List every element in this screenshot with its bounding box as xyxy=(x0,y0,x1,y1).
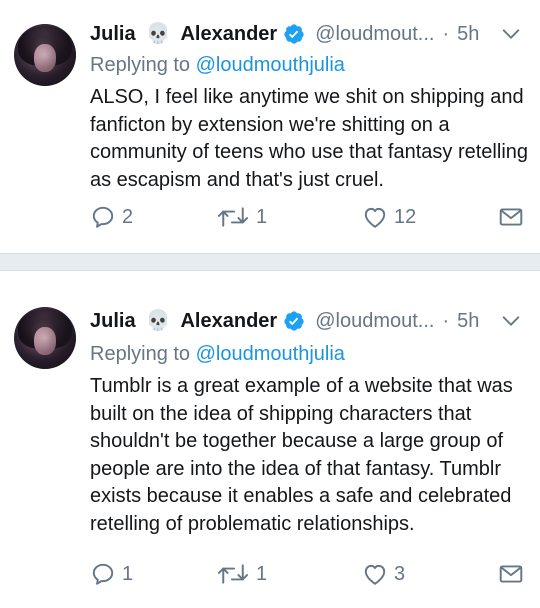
handle[interactable]: @loudmout... xyxy=(315,310,434,333)
timeline: Julia 💀 Alexander @loudmout... · 5h Repl… xyxy=(0,0,540,608)
display-name-first[interactable]: Julia xyxy=(90,310,136,333)
reply-count: 1 xyxy=(122,562,134,585)
tweet-text: ALSO, I feel like anytime we shit on shi… xyxy=(90,86,529,191)
retweet-button[interactable]: 1 xyxy=(216,561,267,587)
reply-count: 2 xyxy=(122,205,134,228)
timestamp[interactable]: 5h xyxy=(457,310,479,333)
retweet-icon xyxy=(217,564,249,584)
verified-badge-icon xyxy=(284,24,304,44)
skull-emoji: 💀 xyxy=(145,310,171,332)
envelope-icon xyxy=(499,565,523,583)
retweet-button[interactable]: 1 xyxy=(216,204,267,230)
retweet-icon xyxy=(217,207,249,227)
direct-message-button[interactable] xyxy=(498,561,524,587)
tweet-header: Julia 💀 Alexander @loudmout... · 5h xyxy=(90,20,524,48)
retweet-count: 1 xyxy=(256,562,268,585)
avatar[interactable] xyxy=(14,24,76,86)
display-name-last[interactable]: Alexander xyxy=(180,310,277,333)
replying-to: Replying to @loudmouthjulia xyxy=(90,54,345,77)
like-count: 12 xyxy=(394,205,417,228)
heart-icon xyxy=(364,564,386,585)
like-button[interactable]: 3 xyxy=(362,561,405,587)
handle[interactable]: @loudmout... xyxy=(315,23,434,46)
reply-icon xyxy=(92,206,114,228)
skull-emoji: 💀 xyxy=(145,23,171,45)
tweet[interactable]: Julia 💀 Alexander @loudmout... · 5h Repl… xyxy=(0,271,540,608)
tweet-text: Tumblr is a great example of a website t… xyxy=(90,375,513,535)
tweet[interactable]: Julia 💀 Alexander @loudmout... · 5h Repl… xyxy=(0,0,540,253)
replying-to: Replying to @loudmouthjulia xyxy=(90,343,345,366)
replying-handle-link[interactable]: @loudmouthjulia xyxy=(196,54,345,76)
like-button[interactable]: 12 xyxy=(362,204,416,230)
replying-label: Replying to xyxy=(90,343,191,365)
separator-dot: · xyxy=(442,309,450,332)
tweet-actions: 1 1 3 xyxy=(90,561,524,591)
reply-button[interactable]: 1 xyxy=(90,561,133,587)
tweet-separator xyxy=(0,253,540,271)
replying-label: Replying to xyxy=(90,54,191,76)
tweet-actions: 2 1 12 xyxy=(90,204,524,234)
reply-button[interactable]: 2 xyxy=(90,204,133,230)
chevron-down-icon[interactable] xyxy=(500,23,522,45)
retweet-count: 1 xyxy=(256,205,268,228)
separator-dot: · xyxy=(442,22,450,45)
like-count: 3 xyxy=(394,562,406,585)
heart-icon xyxy=(364,207,386,228)
chevron-down-icon[interactable] xyxy=(500,310,522,332)
envelope-icon xyxy=(499,208,523,226)
verified-badge-icon xyxy=(284,311,304,331)
timestamp[interactable]: 5h xyxy=(457,23,479,46)
reply-icon xyxy=(92,563,114,585)
display-name-first[interactable]: Julia xyxy=(90,23,136,46)
tweet-header: Julia 💀 Alexander @loudmout... · 5h xyxy=(90,307,524,335)
avatar[interactable] xyxy=(14,307,76,369)
display-name-last[interactable]: Alexander xyxy=(180,23,277,46)
replying-handle-link[interactable]: @loudmouthjulia xyxy=(196,343,345,365)
direct-message-button[interactable] xyxy=(498,204,524,230)
